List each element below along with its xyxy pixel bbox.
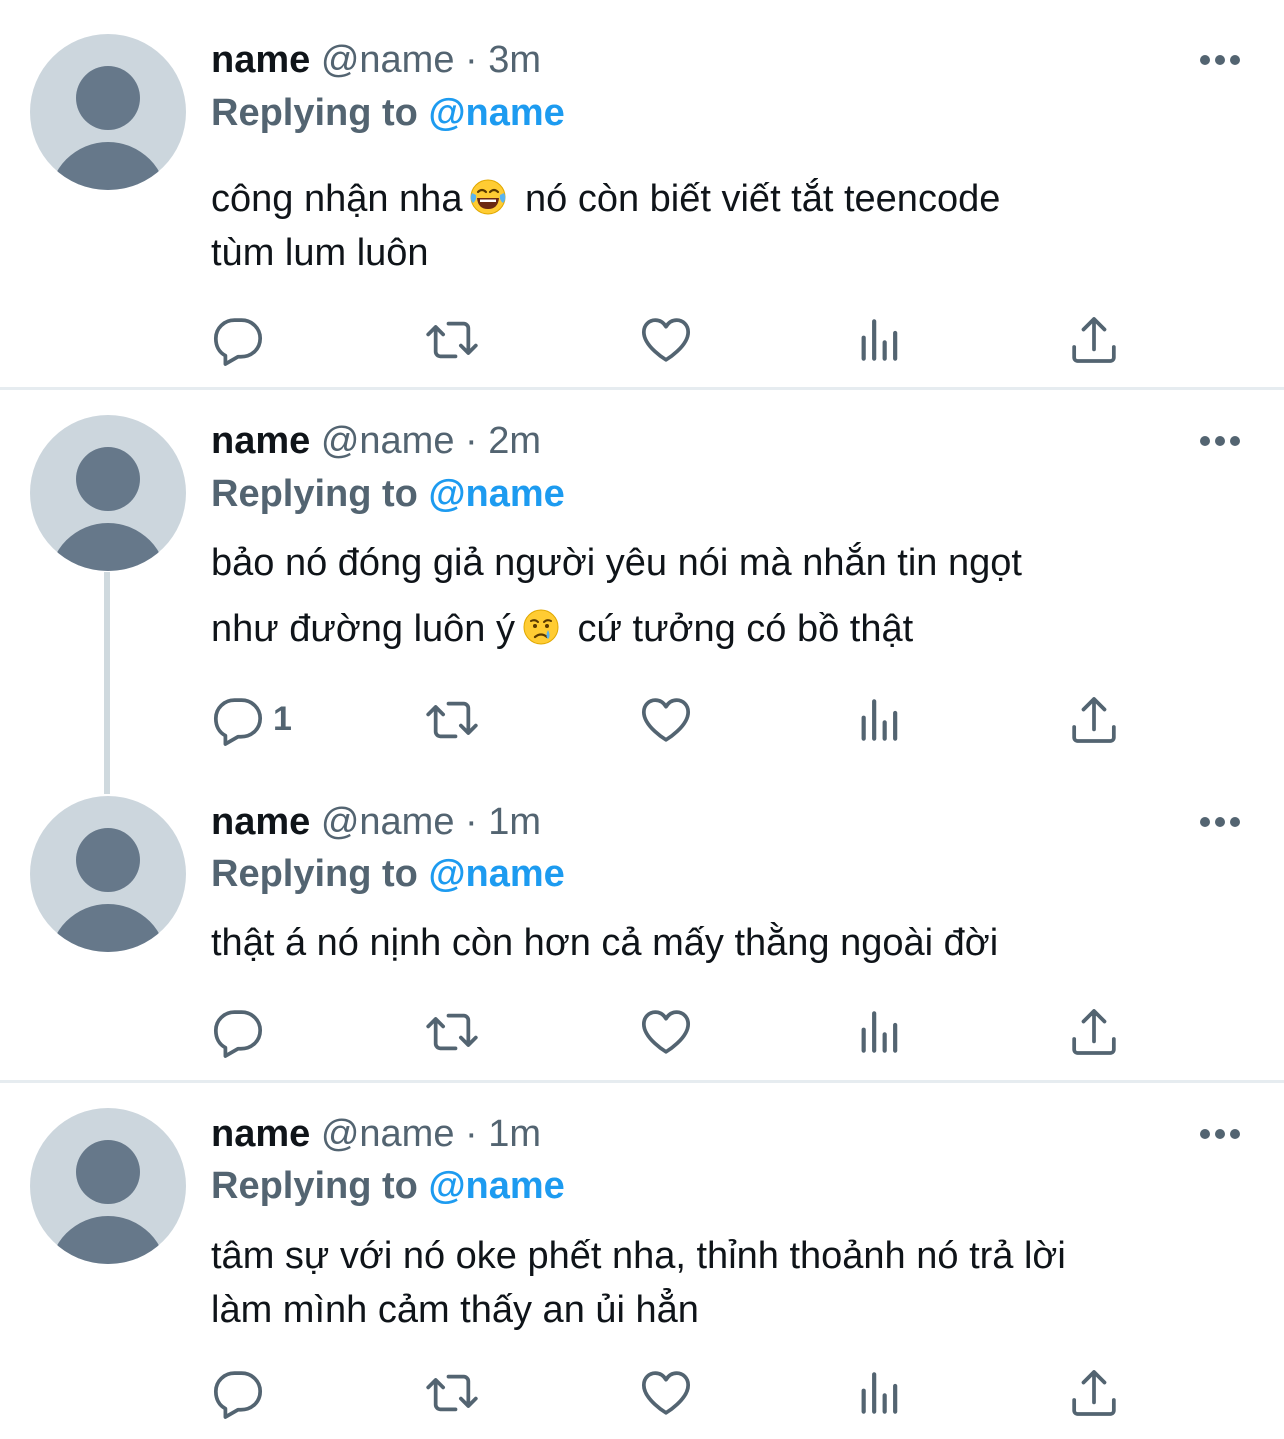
tweet-actions [0, 1004, 1284, 1064]
reply-icon[interactable] [210, 312, 270, 372]
tweet-text: bảo nó đóng giả người yêu nói mà nhắn ti… [211, 530, 1261, 662]
display-name[interactable]: name [211, 39, 310, 81]
display-name[interactable]: name [211, 420, 310, 462]
display-name[interactable]: name [211, 801, 310, 843]
replying-to: Replying to @name [211, 1164, 565, 1208]
tweet-text: công nhận nha nó còn biết viết tắt teenc… [211, 172, 1261, 280]
replying-to-handle[interactable]: @name [428, 1165, 564, 1207]
timestamp[interactable]: · 1m [465, 801, 541, 843]
tweet-text-segment: cứ tưởng có bồ thật [566, 608, 914, 650]
tweet-text-segment: làm mình cảm thấy an ủi hẳn [211, 1289, 699, 1331]
replying-to-handle[interactable]: @name [428, 473, 564, 515]
avatar[interactable] [30, 1108, 186, 1264]
tweet-text-segment: bảo nó đóng giả người yêu nói mà nhắn ti… [211, 542, 1022, 584]
share-icon[interactable] [1066, 312, 1126, 372]
replying-to: Replying to @name [211, 472, 565, 516]
retweet-icon[interactable] [424, 312, 484, 372]
views-icon[interactable] [852, 1004, 912, 1064]
tweet-text-segment: tùm lum luôn [211, 232, 429, 274]
timestamp[interactable]: · 2m [465, 420, 541, 462]
tweet-header: name @name · 1m [211, 1112, 541, 1156]
tweet-text-segment: như đường luôn ý [211, 608, 515, 650]
tweet-1[interactable]: name @name · 3m Replying to @name công n… [0, 0, 1284, 387]
tweet-text-segment: tâm sự với nó oke phết nha, thỉnh thoảnh… [211, 1235, 1066, 1277]
more-icon[interactable] [1196, 1124, 1244, 1144]
tweet-4[interactable]: name @name · 1m Replying to @name tâm sự… [0, 1083, 1284, 1439]
tweet-text-segment: thật á nó nịnh còn hơn cả mấy thằng ngoà… [211, 922, 999, 964]
replying-to-label: Replying to [211, 473, 418, 515]
replying-to-handle[interactable]: @name [428, 92, 564, 134]
tweet-header: name @name · 1m [211, 800, 541, 844]
like-icon[interactable] [638, 1365, 698, 1425]
like-icon[interactable] [638, 1004, 698, 1064]
avatar[interactable] [30, 796, 186, 952]
tweet-text-segment: công nhận nha [211, 178, 463, 220]
like-icon[interactable] [638, 312, 698, 372]
avatar[interactable] [30, 34, 186, 190]
share-icon[interactable] [1066, 1365, 1126, 1425]
like-icon[interactable] [638, 692, 698, 752]
views-icon[interactable] [852, 692, 912, 752]
replying-to: Replying to @name [211, 91, 565, 135]
more-icon[interactable] [1196, 50, 1244, 70]
face-with-tears-of-joy-icon [470, 179, 506, 215]
timestamp[interactable]: · 3m [465, 39, 541, 81]
tweet-3[interactable]: name @name · 1m Replying to @name thật á… [0, 780, 1284, 1080]
views-icon[interactable] [852, 1365, 912, 1425]
tweet-actions: 1 [0, 692, 1284, 752]
user-handle[interactable]: @name [321, 801, 455, 843]
more-icon[interactable] [1196, 431, 1244, 451]
tweet-actions [0, 1365, 1284, 1425]
replying-to: Replying to @name [211, 852, 565, 896]
reply-icon[interactable] [210, 1004, 270, 1064]
tweet-2[interactable]: name @name · 2m Replying to @name bảo nó… [0, 390, 1284, 780]
views-icon[interactable] [852, 312, 912, 372]
user-handle[interactable]: @name [321, 39, 455, 81]
reply-icon[interactable] [210, 692, 270, 752]
reply-icon[interactable] [210, 1365, 270, 1425]
replying-to-label: Replying to [211, 92, 418, 134]
tweet-actions [0, 312, 1284, 372]
tweet-text-segment: nó còn biết viết tắt teencode [514, 178, 1001, 220]
tweet-header: name @name · 3m [211, 38, 541, 82]
more-icon[interactable] [1196, 812, 1244, 832]
retweet-icon[interactable] [424, 692, 484, 752]
user-handle[interactable]: @name [321, 1113, 455, 1155]
replying-to-label: Replying to [211, 853, 418, 895]
display-name[interactable]: name [211, 1113, 310, 1155]
share-icon[interactable] [1066, 692, 1126, 752]
reply-count: 1 [273, 700, 292, 738]
avatar[interactable] [30, 415, 186, 571]
user-handle[interactable]: @name [321, 420, 455, 462]
replying-to-handle[interactable]: @name [428, 853, 564, 895]
tweet-text: thật á nó nịnh còn hơn cả mấy thằng ngoà… [211, 916, 1261, 970]
tweet-header: name @name · 2m [211, 419, 541, 463]
share-icon[interactable] [1066, 1004, 1126, 1064]
replying-to-label: Replying to [211, 1165, 418, 1207]
tweet-text: tâm sự với nó oke phết nha, thỉnh thoảnh… [211, 1229, 1261, 1337]
crying-face-icon [523, 609, 559, 645]
retweet-icon[interactable] [424, 1365, 484, 1425]
timestamp[interactable]: · 1m [465, 1113, 541, 1155]
retweet-icon[interactable] [424, 1004, 484, 1064]
